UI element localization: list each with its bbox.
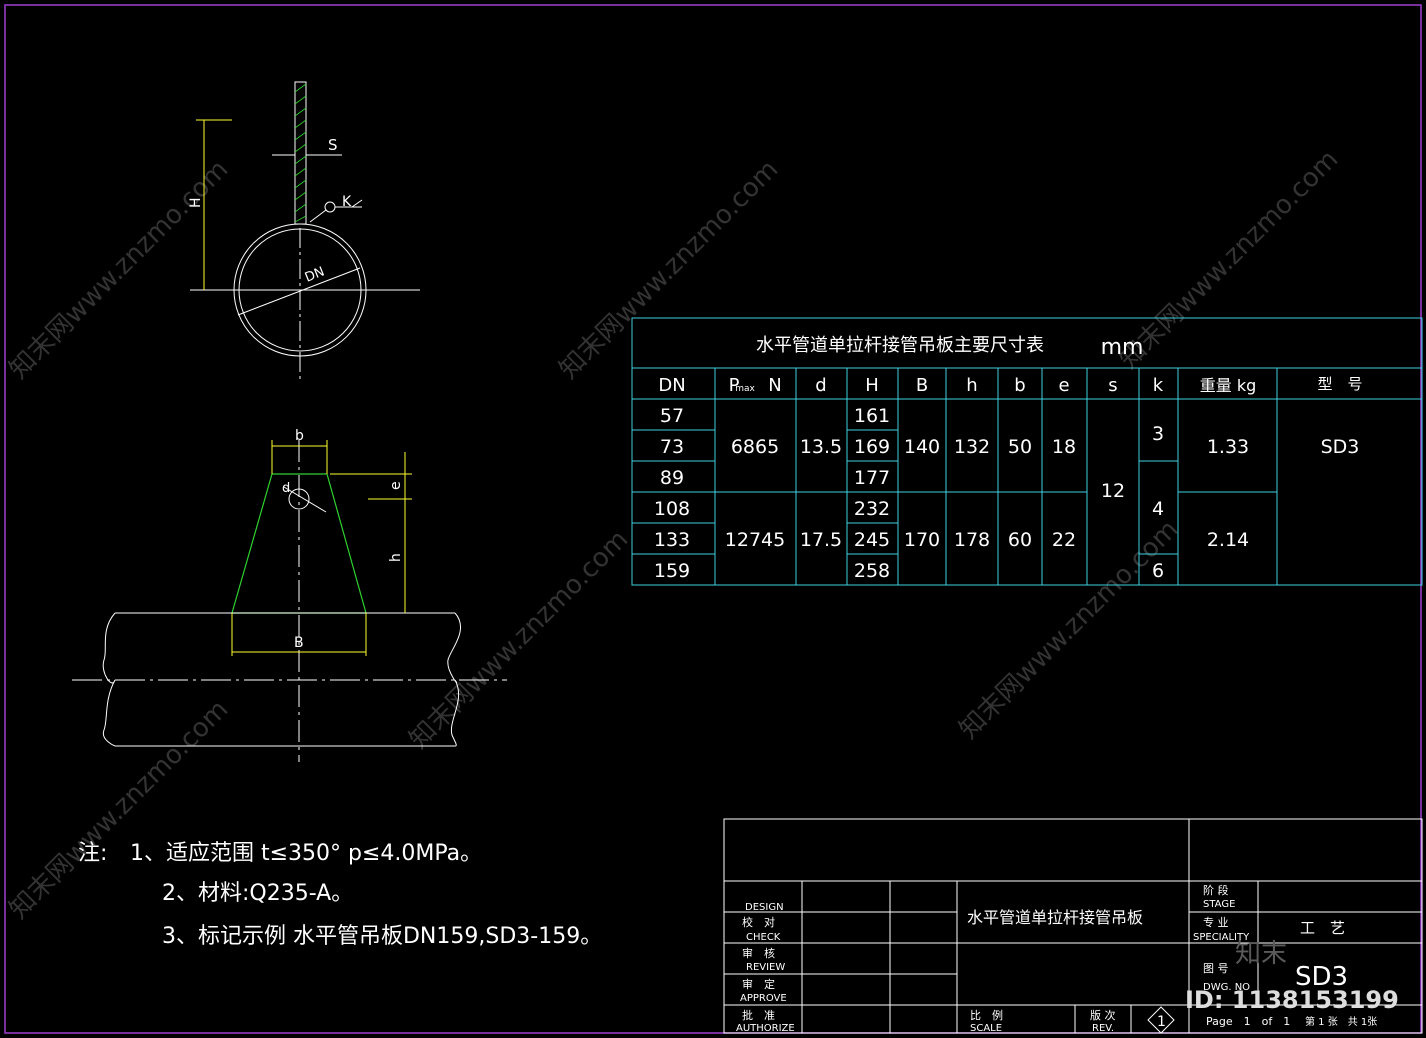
pipe-section-view	[190, 81, 420, 382]
tb-design: DESIGN	[745, 902, 784, 913]
header-n: N	[768, 375, 781, 396]
cell-H: 169	[854, 436, 890, 458]
header-H: H	[865, 375, 879, 396]
watermark-text: 知末网www.znzmo.com	[4, 154, 235, 385]
header-b: b	[1014, 375, 1025, 396]
header-dn: DN	[658, 375, 685, 396]
cell-b: 50	[1008, 436, 1032, 458]
tb-authorize: AUTHORIZE	[736, 1023, 795, 1034]
tb-dwg-cn: 图 号	[1203, 962, 1229, 975]
tb-authorize-cn: 批 准	[742, 1008, 775, 1022]
tb-stage-cn: 阶 段	[1203, 883, 1229, 897]
cell-weight: 1.33	[1207, 436, 1249, 458]
header-h: h	[966, 375, 977, 396]
cell-h: 178	[954, 529, 990, 551]
cell-d: 17.5	[800, 529, 842, 551]
table-text: 水平管道单拉杆接管吊板主要尺寸表 mm DN P max N d H B h b…	[654, 335, 1363, 582]
tb-approve-cn: 审 定	[742, 977, 775, 991]
label-e: e	[388, 481, 404, 490]
dn-leader	[237, 267, 361, 316]
tb-sheet: 第 1 张 共 1张	[1305, 1015, 1377, 1028]
cell-model: SD3	[1321, 436, 1360, 458]
cell-dn: 159	[654, 560, 690, 582]
header-k: k	[1153, 375, 1164, 396]
tb-rev-cn: 版 次	[1090, 1008, 1116, 1022]
cell-dn: 73	[660, 436, 684, 458]
header-weight: 重量 kg	[1200, 376, 1257, 395]
header-s: s	[1108, 375, 1117, 396]
label-d: d	[282, 481, 290, 496]
tb-rev: REV.	[1092, 1023, 1114, 1034]
watermark-logo: 知末	[1235, 939, 1287, 969]
watermark-text: 知末网www.znzmo.com	[404, 524, 635, 755]
cell-dn: 108	[654, 498, 690, 520]
note-line-1: 1、适应范围 t≤350° p≤4.0MPa。	[130, 841, 482, 866]
cell-k: 3	[1152, 423, 1164, 445]
note-line-3: 3、标记示例 水平管吊板DN159,SD3-159。	[162, 924, 602, 949]
tb-scale-cn: 比 例	[970, 1008, 1003, 1022]
cell-H: 161	[854, 405, 890, 427]
tie-rod	[294, 81, 307, 225]
tb-page: Page 1 of 1	[1206, 1015, 1290, 1028]
tb-approve: APPROVE	[740, 993, 787, 1004]
cell-p: 12745	[725, 529, 785, 551]
header-B: B	[916, 375, 928, 396]
cell-dn: 89	[660, 467, 684, 489]
cell-H: 258	[854, 560, 890, 582]
tb-special-val: 工 艺	[1300, 919, 1345, 937]
tb-special-cn: 专 业	[1203, 915, 1229, 929]
cell-B: 170	[904, 529, 940, 551]
table-unit: mm	[1101, 335, 1144, 360]
watermark-text: 知末网www.znzmo.com	[554, 154, 785, 385]
tb-check-cn: 校 对	[742, 915, 775, 929]
tb-rev-no: 1	[1157, 1014, 1166, 1030]
tb-scale: SCALE	[970, 1023, 1002, 1034]
header-p-sub: max	[735, 384, 755, 394]
notes-prefix: 注:	[78, 841, 107, 866]
header-d: d	[815, 375, 826, 396]
label-H: H	[188, 197, 204, 208]
rod-hatch	[294, 83, 307, 223]
note-line-2: 2、材料:Q235-A。	[162, 881, 353, 906]
watermark-id: ID: 1138153199	[1185, 986, 1399, 1014]
label-h: h	[388, 553, 404, 562]
cell-s: 12	[1101, 480, 1125, 502]
cell-H: 177	[854, 467, 890, 489]
tb-review-cn: 审 核	[742, 946, 775, 960]
watermark-text: 知末网www.znzmo.com	[1114, 144, 1345, 375]
table-title: 水平管道单拉杆接管吊板主要尺寸表	[756, 335, 1044, 356]
cell-H: 232	[854, 498, 890, 520]
label-K: K	[342, 194, 352, 210]
drawing-title: 水平管道单拉杆接管吊板	[967, 908, 1143, 927]
label-b: b	[295, 428, 304, 444]
cell-e: 18	[1052, 436, 1076, 458]
cell-dn: 57	[660, 405, 684, 427]
cad-drawing-canvas: 知末网www.znzmo.com 知末网www.znzmo.com 知末网www…	[4, 4, 1423, 1034]
cell-k: 6	[1152, 560, 1164, 582]
header-e: e	[1058, 375, 1069, 396]
cell-h: 132	[954, 436, 990, 458]
cell-k: 4	[1152, 498, 1164, 520]
cell-dn: 133	[654, 529, 690, 551]
header-model: 型 号	[1317, 375, 1362, 393]
cell-B: 140	[904, 436, 940, 458]
label-B: B	[294, 635, 304, 651]
tb-check: CHECK	[746, 932, 781, 943]
cell-e: 22	[1052, 529, 1076, 551]
notes: 注: 1、适应范围 t≤350° p≤4.0MPa。 2、材料:Q235-A。 …	[78, 841, 602, 949]
cell-weight: 2.14	[1207, 529, 1249, 551]
tb-stage: STAGE	[1203, 899, 1235, 910]
label-S: S	[328, 136, 338, 154]
cell-H: 245	[854, 529, 890, 551]
cell-p: 6865	[731, 436, 779, 458]
cell-b: 60	[1008, 529, 1032, 551]
cell-d: 13.5	[800, 436, 842, 458]
tb-review: REVIEW	[746, 962, 785, 973]
